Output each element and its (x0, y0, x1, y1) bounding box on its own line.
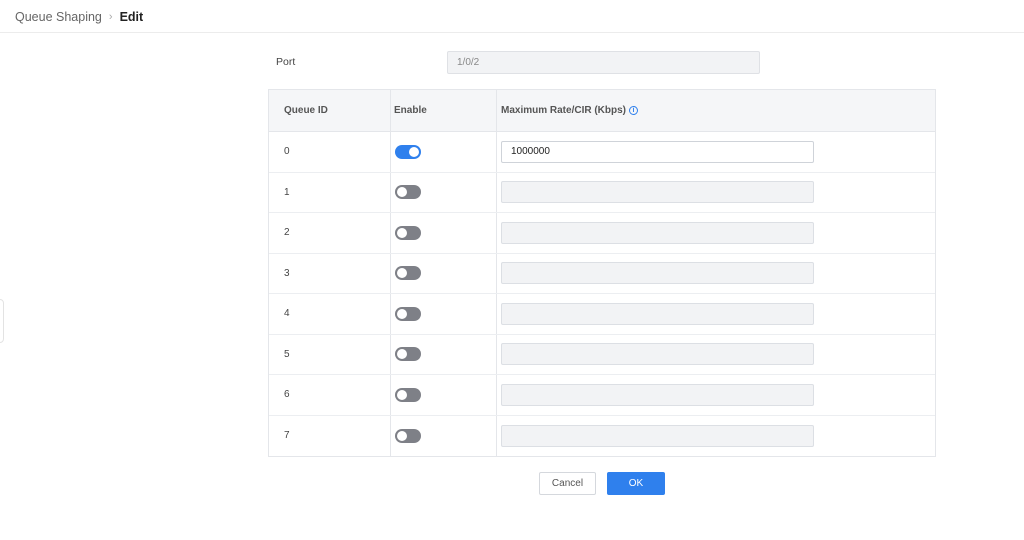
table-header: Queue ID Enable Maximum Rate/CIR (Kbps) … (269, 90, 935, 132)
enable-toggle-3[interactable] (395, 266, 421, 281)
rate-cell (497, 254, 935, 294)
enable-cell (391, 294, 497, 334)
queue-id-cell: 0 (269, 132, 391, 172)
max-rate-input-7 (501, 424, 814, 447)
rate-cell (497, 132, 935, 172)
rate-cell (497, 213, 935, 253)
table-body: 01234567 (269, 132, 935, 456)
rate-cell (497, 173, 935, 213)
ok-button[interactable]: OK (607, 472, 665, 495)
enable-toggle-7[interactable] (395, 428, 421, 443)
cancel-button[interactable]: Cancel (539, 472, 596, 495)
max-rate-input-2 (501, 221, 814, 244)
info-icon[interactable]: i (629, 106, 639, 115)
max-rate-input-6 (501, 383, 814, 406)
queue-id-cell: 5 (269, 334, 391, 374)
enable-cell (391, 132, 497, 172)
enable-cell (391, 334, 497, 374)
rate-cell (497, 294, 935, 334)
enable-toggle-2[interactable] (395, 225, 421, 240)
table-row: 3 (269, 253, 935, 294)
queue-id-cell: 1 (269, 172, 391, 212)
header-max-rate-label: Maximum Rate/CIR (Kbps) (501, 105, 627, 116)
max-rate-input-5 (501, 343, 814, 366)
breadcrumb: Queue Shaping › Edit (15, 9, 143, 25)
header-enable: Enable (391, 90, 497, 131)
table-row: 4 (269, 294, 935, 335)
enable-toggle-6[interactable] (395, 387, 421, 402)
rate-cell (497, 375, 935, 415)
enable-cell (391, 375, 497, 415)
max-rate-input-0[interactable] (501, 140, 814, 163)
enable-cell (391, 415, 497, 456)
queue-id-cell: 3 (269, 253, 391, 293)
rate-cell (497, 416, 935, 457)
max-rate-input-1 (501, 181, 814, 204)
max-rate-input-4 (501, 302, 814, 325)
queue-id-cell: 4 (269, 294, 391, 334)
enable-toggle-1[interactable] (395, 185, 421, 200)
queue-id-cell: 2 (269, 213, 391, 253)
enable-toggle-5[interactable] (395, 347, 421, 362)
breadcrumb-queue-shaping-link[interactable]: Queue Shaping (15, 10, 102, 24)
enable-cell (391, 253, 497, 293)
header-queue-id: Queue ID (269, 90, 391, 131)
enable-cell (391, 213, 497, 253)
header-divider (0, 32, 1024, 33)
table-row: 0 (269, 132, 935, 173)
max-rate-input-3 (501, 262, 814, 285)
enable-cell (391, 172, 497, 212)
table-row: 6 (269, 375, 935, 416)
table-row: 7 (269, 415, 935, 457)
queue-table: Queue ID Enable Maximum Rate/CIR (Kbps) … (268, 89, 936, 457)
port-label: Port (276, 56, 296, 68)
header-max-rate: Maximum Rate/CIR (Kbps) i (497, 90, 935, 131)
enable-toggle-4[interactable] (395, 306, 421, 321)
sidebar-collapse-handle[interactable] (0, 299, 4, 343)
rate-cell (497, 335, 935, 375)
table-row: 1 (269, 172, 935, 213)
enable-toggle-0[interactable] (395, 144, 421, 159)
chevron-right-icon: › (108, 11, 113, 23)
table-row: 5 (269, 334, 935, 375)
queue-id-cell: 6 (269, 375, 391, 415)
page-title: Edit (119, 10, 144, 24)
table-row: 2 (269, 213, 935, 254)
queue-id-cell: 7 (269, 415, 391, 456)
port-field: 1/0/2 (447, 51, 760, 74)
